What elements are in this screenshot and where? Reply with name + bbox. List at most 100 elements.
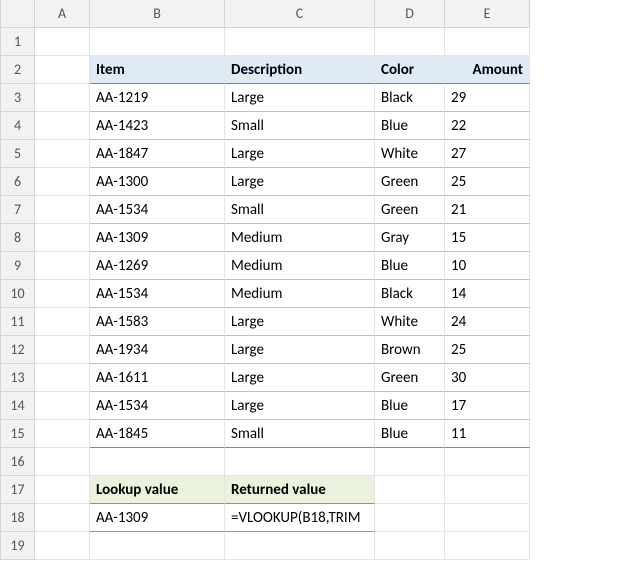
cell-E15[interactable]: 11 — [445, 420, 530, 448]
cell-C1[interactable] — [225, 28, 375, 56]
cell-B2[interactable]: Item — [90, 56, 225, 84]
cell-E4[interactable]: 22 — [445, 112, 530, 140]
cell-D6[interactable]: Green — [375, 168, 445, 196]
cell-E17[interactable] — [445, 476, 530, 504]
row-header-9[interactable]: 9 — [1, 252, 35, 280]
cell-A3[interactable] — [35, 84, 90, 112]
cell-E12[interactable]: 25 — [445, 336, 530, 364]
cell-B5[interactable]: AA-1847 — [90, 140, 225, 168]
row-header-6[interactable]: 6 — [1, 168, 35, 196]
row-header-15[interactable]: 15 — [1, 420, 35, 448]
cell-E8[interactable]: 15 — [445, 224, 530, 252]
cell-C6[interactable]: Large — [225, 168, 375, 196]
cell-B13[interactable]: AA-1611 — [90, 364, 225, 392]
row-header-17[interactable]: 17 — [1, 476, 35, 504]
cell-C10[interactable]: Medium — [225, 280, 375, 308]
cell-E1[interactable] — [445, 28, 530, 56]
cell-A2[interactable] — [35, 56, 90, 84]
cell-D11[interactable]: White — [375, 308, 445, 336]
cell-D10[interactable]: Black — [375, 280, 445, 308]
cell-A10[interactable] — [35, 280, 90, 308]
cell-A9[interactable] — [35, 252, 90, 280]
cell-E18[interactable] — [445, 504, 530, 532]
cell-A7[interactable] — [35, 196, 90, 224]
row-header-1[interactable]: 1 — [1, 28, 35, 56]
cell-C14[interactable]: Large — [225, 392, 375, 420]
cell-B4[interactable]: AA-1423 — [90, 112, 225, 140]
cell-B3[interactable]: AA-1219 — [90, 84, 225, 112]
row-header-11[interactable]: 11 — [1, 308, 35, 336]
cell-B19[interactable] — [90, 532, 225, 560]
cell-E10[interactable]: 14 — [445, 280, 530, 308]
cell-B6[interactable]: AA-1300 — [90, 168, 225, 196]
cell-D14[interactable]: Blue — [375, 392, 445, 420]
cell-B17[interactable]: Lookup value — [90, 476, 225, 504]
cell-E16[interactable] — [445, 448, 530, 476]
cell-C2[interactable]: Description — [225, 56, 375, 84]
cell-C4[interactable]: Small — [225, 112, 375, 140]
cell-E6[interactable]: 25 — [445, 168, 530, 196]
cell-C16[interactable] — [225, 448, 375, 476]
cell-E11[interactable]: 24 — [445, 308, 530, 336]
cell-B10[interactable]: AA-1534 — [90, 280, 225, 308]
cell-C8[interactable]: Medium — [225, 224, 375, 252]
cell-D8[interactable]: Gray — [375, 224, 445, 252]
cell-D16[interactable] — [375, 448, 445, 476]
cell-C11[interactable]: Large — [225, 308, 375, 336]
row-header-12[interactable]: 12 — [1, 336, 35, 364]
col-header-B[interactable]: B — [90, 0, 225, 28]
cell-C19[interactable] — [225, 532, 375, 560]
cell-A11[interactable] — [35, 308, 90, 336]
row-header-18[interactable]: 18 — [1, 504, 35, 532]
cell-E19[interactable] — [445, 532, 530, 560]
cell-A16[interactable] — [35, 448, 90, 476]
cell-D17[interactable] — [375, 476, 445, 504]
cell-B14[interactable]: AA-1534 — [90, 392, 225, 420]
cell-A18[interactable] — [35, 504, 90, 532]
cell-A6[interactable] — [35, 168, 90, 196]
cell-A5[interactable] — [35, 140, 90, 168]
row-header-7[interactable]: 7 — [1, 196, 35, 224]
cell-B11[interactable]: AA-1583 — [90, 308, 225, 336]
cell-D18[interactable] — [375, 504, 445, 532]
cell-C9[interactable]: Medium — [225, 252, 375, 280]
cell-D19[interactable] — [375, 532, 445, 560]
cell-A12[interactable] — [35, 336, 90, 364]
cell-D9[interactable]: Blue — [375, 252, 445, 280]
cell-D5[interactable]: White — [375, 140, 445, 168]
cell-B16[interactable] — [90, 448, 225, 476]
cell-A14[interactable] — [35, 392, 90, 420]
cell-D4[interactable]: Blue — [375, 112, 445, 140]
cell-C15[interactable]: Small — [225, 420, 375, 448]
cell-E9[interactable]: 10 — [445, 252, 530, 280]
cell-C5[interactable]: Large — [225, 140, 375, 168]
select-all-corner[interactable] — [1, 0, 35, 28]
cell-E5[interactable]: 27 — [445, 140, 530, 168]
col-header-E[interactable]: E — [445, 0, 530, 28]
col-header-C[interactable]: C — [225, 0, 375, 28]
cell-D2[interactable]: Color — [375, 56, 445, 84]
cell-A13[interactable] — [35, 364, 90, 392]
cell-C18[interactable]: =VLOOKUP(B18,TRIM — [225, 504, 375, 532]
cell-B8[interactable]: AA-1309 — [90, 224, 225, 252]
cell-C12[interactable]: Large — [225, 336, 375, 364]
spreadsheet-grid[interactable]: A B C D E 1 2 Item Description Color Amo… — [0, 0, 621, 560]
cell-E14[interactable]: 17 — [445, 392, 530, 420]
cell-B18[interactable]: AA-1309 — [90, 504, 225, 532]
cell-A1[interactable] — [35, 28, 90, 56]
row-header-10[interactable]: 10 — [1, 280, 35, 308]
cell-A4[interactable] — [35, 112, 90, 140]
cell-D7[interactable]: Green — [375, 196, 445, 224]
row-header-2[interactable]: 2 — [1, 56, 35, 84]
cell-E7[interactable]: 21 — [445, 196, 530, 224]
cell-A15[interactable] — [35, 420, 90, 448]
cell-D1[interactable] — [375, 28, 445, 56]
row-header-14[interactable]: 14 — [1, 392, 35, 420]
cell-A8[interactable] — [35, 224, 90, 252]
row-header-4[interactable]: 4 — [1, 112, 35, 140]
cell-A19[interactable] — [35, 532, 90, 560]
cell-C13[interactable]: Large — [225, 364, 375, 392]
cell-C17[interactable]: Returned value — [225, 476, 375, 504]
col-header-D[interactable]: D — [375, 0, 445, 28]
col-header-A[interactable]: A — [35, 0, 90, 28]
